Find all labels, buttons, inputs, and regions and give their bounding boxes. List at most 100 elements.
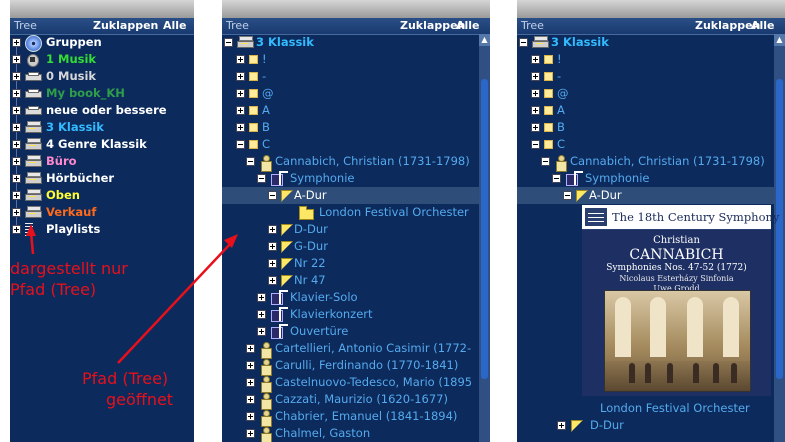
expand-plus-icon[interactable]	[12, 55, 21, 64]
expand-plus-icon[interactable]	[246, 412, 255, 421]
tree-item[interactable]: 1 Musik	[10, 51, 194, 68]
tree-item[interactable]: G-Dur	[222, 238, 490, 255]
tree-item[interactable]: Carulli, Ferdinando (1770-1841)	[222, 357, 490, 376]
tree-item[interactable]: Gruppen	[10, 34, 194, 52]
expand-plus-icon[interactable]	[12, 208, 21, 217]
expand-plus-icon[interactable]	[246, 344, 255, 353]
tree-item[interactable]: C	[517, 136, 785, 153]
expand-plus-icon[interactable]	[12, 89, 21, 98]
collapse-minus-icon[interactable]	[246, 157, 255, 166]
expand-plus-icon[interactable]	[246, 395, 255, 404]
expand-plus-icon[interactable]	[236, 89, 245, 98]
tree-item[interactable]: -	[517, 68, 785, 85]
expand-all-button[interactable]: Alle	[456, 19, 480, 32]
tree-item[interactable]: Cannabich, Christian (1731-1798)	[517, 153, 785, 172]
expand-plus-icon[interactable]	[268, 225, 277, 234]
expand-plus-icon[interactable]	[12, 140, 21, 149]
tree-item[interactable]: Oben	[10, 187, 194, 204]
expand-plus-icon[interactable]	[236, 106, 245, 115]
collapse-minus-icon[interactable]	[519, 38, 528, 47]
expand-plus-icon[interactable]	[268, 276, 277, 285]
scroll-up-icon[interactable]: ▲	[479, 34, 490, 46]
expand-plus-icon[interactable]	[531, 89, 540, 98]
tree-item[interactable]: !	[222, 51, 490, 68]
tree-item[interactable]: C	[222, 136, 490, 153]
tree-item[interactable]: Büro	[10, 153, 194, 170]
tree-item[interactable]: My book_KH	[10, 85, 194, 102]
expand-plus-icon[interactable]	[246, 429, 255, 438]
tree-item[interactable]: !	[517, 51, 785, 68]
expand-plus-icon[interactable]	[257, 327, 266, 336]
collapse-button[interactable]: Zuklappen	[93, 19, 158, 32]
tree-item[interactable]: Symphonie	[222, 170, 490, 187]
expand-plus-icon[interactable]	[12, 123, 21, 132]
tree-item[interactable]: 3 Klassik	[517, 34, 785, 51]
tree-item[interactable]: London Festival Orchester	[517, 400, 785, 417]
tree-item[interactable]: 3 Klassik	[222, 34, 490, 51]
expand-plus-icon[interactable]	[12, 38, 21, 47]
expand-plus-icon[interactable]	[268, 259, 277, 268]
collapse-minus-icon[interactable]	[268, 191, 277, 200]
collapse-minus-icon[interactable]	[563, 191, 572, 200]
tree-item[interactable]: neue oder bessere	[10, 102, 194, 119]
tree-item[interactable]: D-Dur	[517, 417, 785, 434]
expand-plus-icon[interactable]	[257, 293, 266, 302]
collapse-minus-icon[interactable]	[531, 140, 540, 149]
tree-item[interactable]: Cannabich, Christian (1731-1798)	[222, 153, 490, 172]
tree-item[interactable]: Nr 47	[222, 272, 490, 289]
expand-all-button[interactable]: Alle	[751, 19, 775, 32]
tree-item[interactable]: A	[222, 102, 490, 119]
collapse-minus-icon[interactable]	[224, 38, 233, 47]
expand-plus-icon[interactable]	[268, 242, 277, 251]
expand-plus-icon[interactable]	[236, 55, 245, 64]
tree-item[interactable]: Chalmel, Gaston	[222, 425, 490, 442]
tree-item-selected[interactable]: A-Dur	[222, 187, 490, 204]
tree-item[interactable]: D-Dur	[222, 221, 490, 238]
scroll-up-icon[interactable]: ▲	[774, 34, 785, 46]
collapse-minus-icon[interactable]	[541, 157, 550, 166]
tree-item[interactable]: -	[222, 68, 490, 85]
expand-plus-icon[interactable]	[531, 123, 540, 132]
collapse-minus-icon[interactable]	[552, 174, 561, 183]
collapse-minus-icon[interactable]	[257, 174, 266, 183]
expand-plus-icon[interactable]	[246, 361, 255, 370]
expand-plus-icon[interactable]	[236, 123, 245, 132]
album-cover-image[interactable]: The 18th Century Symphony Christian CANN…	[582, 205, 779, 396]
expand-plus-icon[interactable]	[531, 72, 540, 81]
tree-item[interactable]: @	[517, 85, 785, 102]
scroll-thumb[interactable]	[776, 79, 783, 379]
tree-item[interactable]: 0 Musik	[10, 68, 194, 85]
tree-item[interactable]: Cazzati, Maurizio (1620-1677)	[222, 391, 490, 410]
expand-plus-icon[interactable]	[12, 72, 21, 81]
expand-plus-icon[interactable]	[12, 106, 21, 115]
expand-all-button[interactable]: Alle	[163, 19, 187, 32]
tree-item[interactable]: Castelnuovo-Tedesco, Mario (1895	[222, 374, 490, 393]
tree-item[interactable]: @	[222, 85, 490, 102]
expand-plus-icon[interactable]	[246, 378, 255, 387]
tree-item[interactable]: London Festival Orchester	[222, 204, 490, 221]
tree-item[interactable]: Verkauf	[10, 204, 194, 221]
tree-item[interactable]: Nr 22	[222, 255, 490, 272]
expand-plus-icon[interactable]	[257, 310, 266, 319]
vertical-scrollbar[interactable]: ▲	[774, 34, 785, 442]
tree-item[interactable]: Klavierkonzert	[222, 306, 490, 323]
scroll-thumb[interactable]	[481, 79, 488, 379]
tree-item[interactable]: B	[517, 119, 785, 136]
expand-plus-icon[interactable]	[12, 157, 21, 166]
tree-item[interactable]: Klavier-Solo	[222, 289, 490, 306]
expand-plus-icon[interactable]	[12, 225, 21, 234]
tree-item-selected[interactable]: A-Dur	[517, 187, 785, 204]
tree-item[interactable]: Symphonie	[517, 170, 785, 187]
expand-plus-icon[interactable]	[12, 191, 21, 200]
vertical-scrollbar[interactable]: ▲	[479, 34, 490, 442]
tree-item[interactable]: 3 Klassik	[10, 119, 194, 136]
expand-plus-icon[interactable]	[12, 174, 21, 183]
expand-plus-icon[interactable]	[557, 421, 566, 430]
expand-plus-icon[interactable]	[531, 55, 540, 64]
collapse-minus-icon[interactable]	[236, 140, 245, 149]
tree-item[interactable]: Playlists	[10, 221, 194, 238]
tree-item[interactable]: Cartellieri, Antonio Casimir (1772-	[222, 340, 490, 359]
expand-plus-icon[interactable]	[236, 72, 245, 81]
tree-item[interactable]: 4 Genre Klassik	[10, 136, 194, 153]
tree-item[interactable]: A	[517, 102, 785, 119]
